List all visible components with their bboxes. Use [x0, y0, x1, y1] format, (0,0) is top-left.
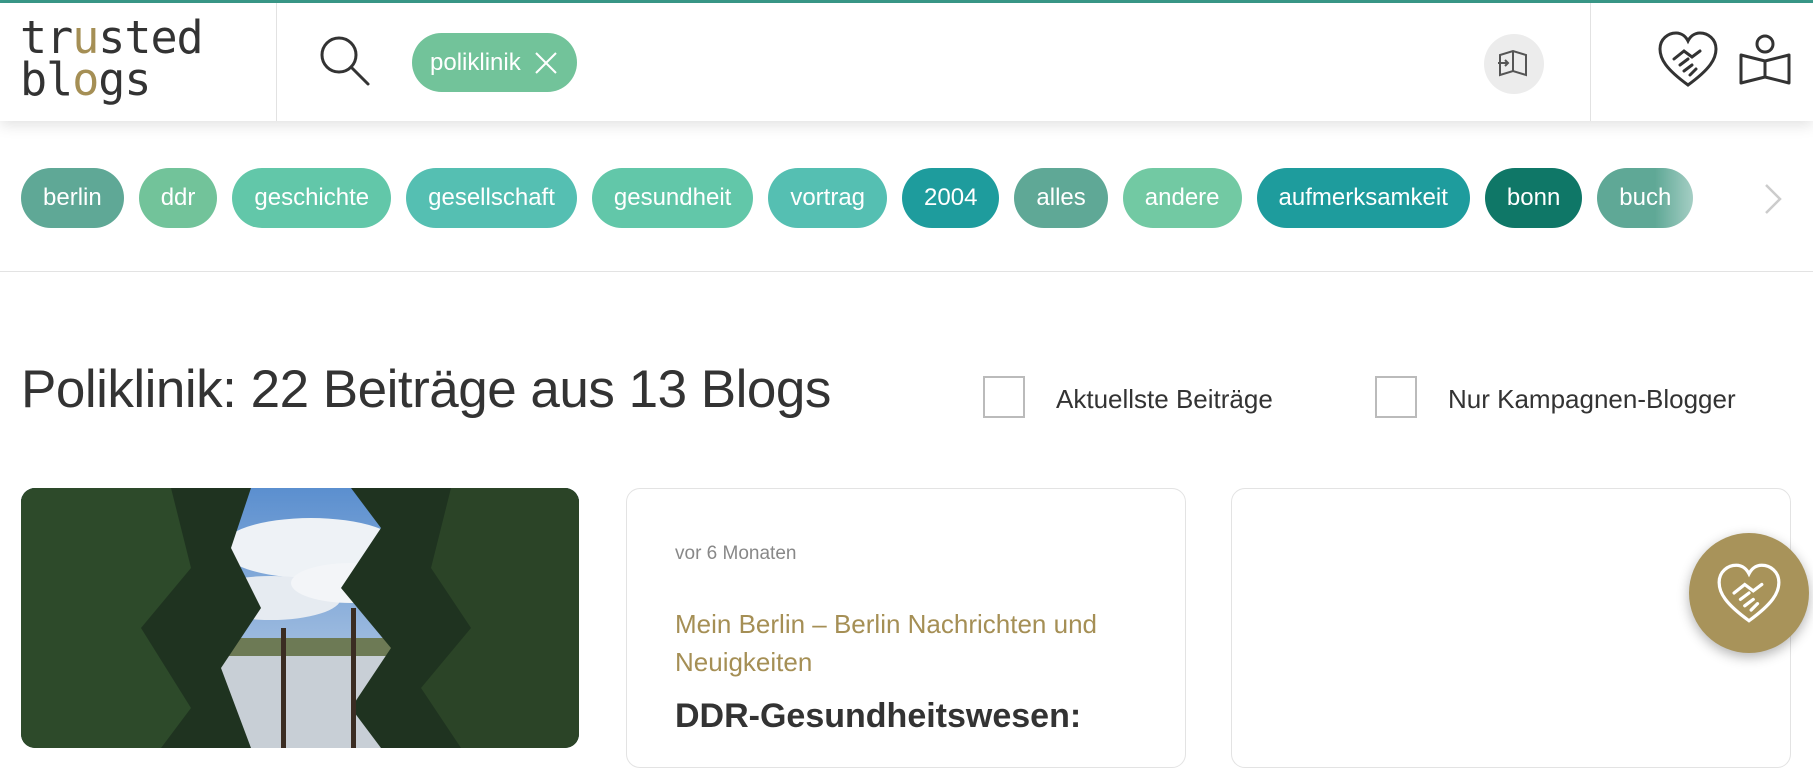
search-icon[interactable]	[318, 34, 372, 88]
reader-button[interactable]	[1484, 34, 1544, 94]
active-search-tag[interactable]: poliklinik	[412, 33, 577, 92]
tag-aufmerksamkeit[interactable]: aufmerksamkeit	[1256, 168, 1470, 228]
campaign-bloggers-label[interactable]: Nur Kampagnen-Blogger	[1448, 384, 1736, 415]
tag-vortrag[interactable]: vortrag	[768, 168, 888, 228]
post-title[interactable]: DDR-Gesundheitswesen:	[675, 697, 1081, 736]
header-divider	[1590, 3, 1591, 121]
page-title: Poliklinik: 22 Beiträge aus 13 Blogs	[21, 360, 831, 419]
post-blog-name[interactable]: Mein Berlin – Berlin Nachrichten und Neu…	[675, 605, 1145, 681]
trusted-blogs-logo[interactable]: trusted blogs	[20, 15, 204, 102]
tag-berlin[interactable]: berlin	[21, 168, 124, 228]
latest-posts-label[interactable]: Aktuellste Beiträge	[1056, 384, 1273, 415]
tag-bonn[interactable]: bonn	[1484, 168, 1583, 228]
tag-bar: berlin ddr geschichte gesellschaft gesundhei…	[0, 121, 1813, 272]
tag-ddr[interactable]: ddr	[138, 168, 218, 228]
latest-posts-checkbox[interactable]	[983, 376, 1025, 418]
reader-icon[interactable]	[1738, 33, 1792, 89]
handshake-heart-icon	[1717, 563, 1781, 623]
post-image[interactable]	[21, 488, 579, 748]
active-search-tag-label: poliklinik	[430, 48, 521, 76]
post-time: vor 6 Monaten	[675, 543, 797, 564]
tag-gesundheit[interactable]: gesundheit	[591, 168, 754, 228]
chevron-right-icon[interactable]	[1758, 179, 1788, 219]
tag-andere[interactable]: andere	[1122, 168, 1242, 228]
campaign-bloggers-checkbox[interactable]	[1375, 376, 1417, 418]
lake-forest-image	[21, 488, 579, 748]
tag-bar-fade	[1655, 121, 1813, 271]
handshake-heart-icon[interactable]	[1656, 29, 1720, 89]
post-card[interactable]: vor 6 Monaten Mein Berlin – Berlin Nachr…	[626, 488, 1186, 768]
tag-gesellschaft[interactable]: gesellschaft	[406, 168, 577, 228]
tag-2004[interactable]: 2004	[902, 168, 1000, 228]
tag-alles[interactable]: alles	[1014, 168, 1108, 228]
close-icon[interactable]	[533, 50, 559, 76]
book-login-icon	[1498, 49, 1527, 77]
support-fab-button[interactable]	[1689, 533, 1809, 653]
site-header: trusted blogs poliklinik	[0, 3, 1813, 121]
tag-geschichte[interactable]: geschichte	[232, 168, 392, 228]
logo-cell: trusted blogs	[0, 3, 277, 121]
tag-list: berlin ddr geschichte gesellschaft gesundhei…	[21, 168, 1694, 228]
